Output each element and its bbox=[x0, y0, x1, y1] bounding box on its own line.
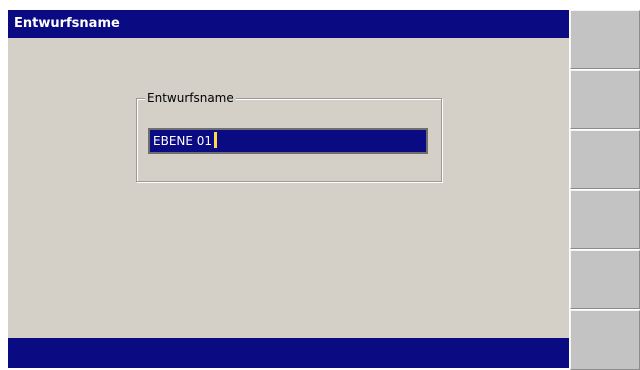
softkey-6[interactable] bbox=[570, 310, 640, 370]
dialog-window: Entwurfsname Entwurfsname EBENE 01 bbox=[8, 10, 569, 368]
softkey-panel bbox=[570, 10, 640, 370]
softkey-5[interactable] bbox=[570, 250, 640, 309]
name-groupbox: Entwurfsname EBENE 01 bbox=[136, 91, 442, 182]
softkey-4[interactable] bbox=[570, 190, 640, 249]
text-cursor bbox=[214, 132, 218, 148]
design-name-value: EBENE 01 bbox=[153, 134, 213, 148]
title-bar: Entwurfsname bbox=[8, 10, 569, 38]
softkey-2[interactable] bbox=[570, 70, 640, 129]
softkey-3[interactable] bbox=[570, 130, 640, 189]
softkey-1[interactable] bbox=[570, 10, 640, 69]
dialog-content: Entwurfsname EBENE 01 bbox=[8, 38, 569, 338]
status-bar bbox=[8, 338, 569, 368]
groupbox-label: Entwurfsname bbox=[145, 91, 236, 106]
design-name-input[interactable]: EBENE 01 bbox=[148, 128, 428, 154]
